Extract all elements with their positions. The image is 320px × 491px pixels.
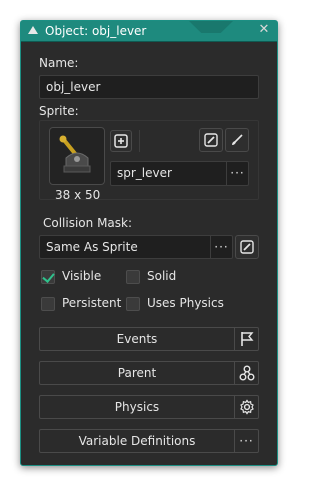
new-sprite-icon (114, 134, 128, 148)
title-bar[interactable]: Object: obj_lever ✕ (21, 21, 277, 42)
lever-sprite-icon (59, 135, 91, 173)
object-editor-window: Object: obj_lever ✕ Name: obj_lever Spri… (20, 20, 278, 466)
new-sprite-button[interactable] (110, 130, 132, 152)
sprite-label: Sprite: (39, 104, 79, 118)
solid-checkbox[interactable] (126, 270, 140, 284)
physics-button[interactable]: Physics (39, 395, 259, 419)
uses-physics-checkbox[interactable] (126, 297, 140, 311)
events-label: Events (116, 332, 158, 346)
triangle-up-icon[interactable] (28, 26, 38, 34)
sprite-brush-button[interactable] (225, 128, 249, 152)
name-field[interactable]: obj_lever (39, 75, 259, 99)
brush-icon (232, 134, 243, 145)
variable-definitions-label: Variable Definitions (78, 434, 196, 448)
persistent-label: Persistent (62, 296, 122, 310)
variable-definitions-more-button[interactable]: ··· (234, 430, 258, 452)
toolbar-divider (139, 130, 140, 152)
name-label: Name: (39, 56, 79, 70)
parent-button[interactable]: Parent (39, 361, 259, 385)
hierarchy-icon[interactable] (234, 362, 258, 384)
window-title: Object: obj_lever (45, 24, 147, 38)
edit-mask-button[interactable] (235, 235, 259, 259)
visible-label: Visible (62, 269, 102, 283)
solid-label: Solid (147, 269, 177, 283)
physics-label: Physics (114, 400, 160, 414)
gear-icon[interactable] (234, 396, 258, 418)
edit-sprite-button[interactable] (199, 128, 223, 152)
events-button[interactable]: Events (39, 327, 259, 351)
edit-image-icon (240, 240, 254, 254)
sprite-size: 38 x 50 (55, 188, 101, 202)
flag-icon[interactable] (234, 328, 258, 350)
collision-mask-field[interactable]: Same As Sprite ··· (39, 235, 233, 259)
variable-definitions-button[interactable]: Variable Definitions ··· (39, 429, 259, 453)
sprite-thumbnail[interactable] (49, 127, 105, 185)
persistent-checkbox[interactable] (41, 297, 55, 311)
collision-mask-value: Same As Sprite (46, 240, 138, 254)
name-value: obj_lever (46, 80, 101, 94)
parent-label: Parent (117, 366, 157, 380)
visible-checkbox[interactable] (41, 270, 55, 284)
title-notch (189, 21, 233, 33)
edit-image-icon (204, 133, 218, 147)
sprite-value: spr_lever (117, 166, 172, 180)
sprite-browse-button[interactable]: ··· (226, 162, 248, 185)
collision-mask-browse-button[interactable]: ··· (210, 236, 232, 258)
close-icon[interactable]: ✕ (257, 23, 271, 37)
collision-mask-label: Collision Mask: (43, 216, 133, 230)
sprite-field[interactable]: spr_lever ··· (110, 161, 249, 186)
uses-physics-label: Uses Physics (147, 296, 224, 310)
